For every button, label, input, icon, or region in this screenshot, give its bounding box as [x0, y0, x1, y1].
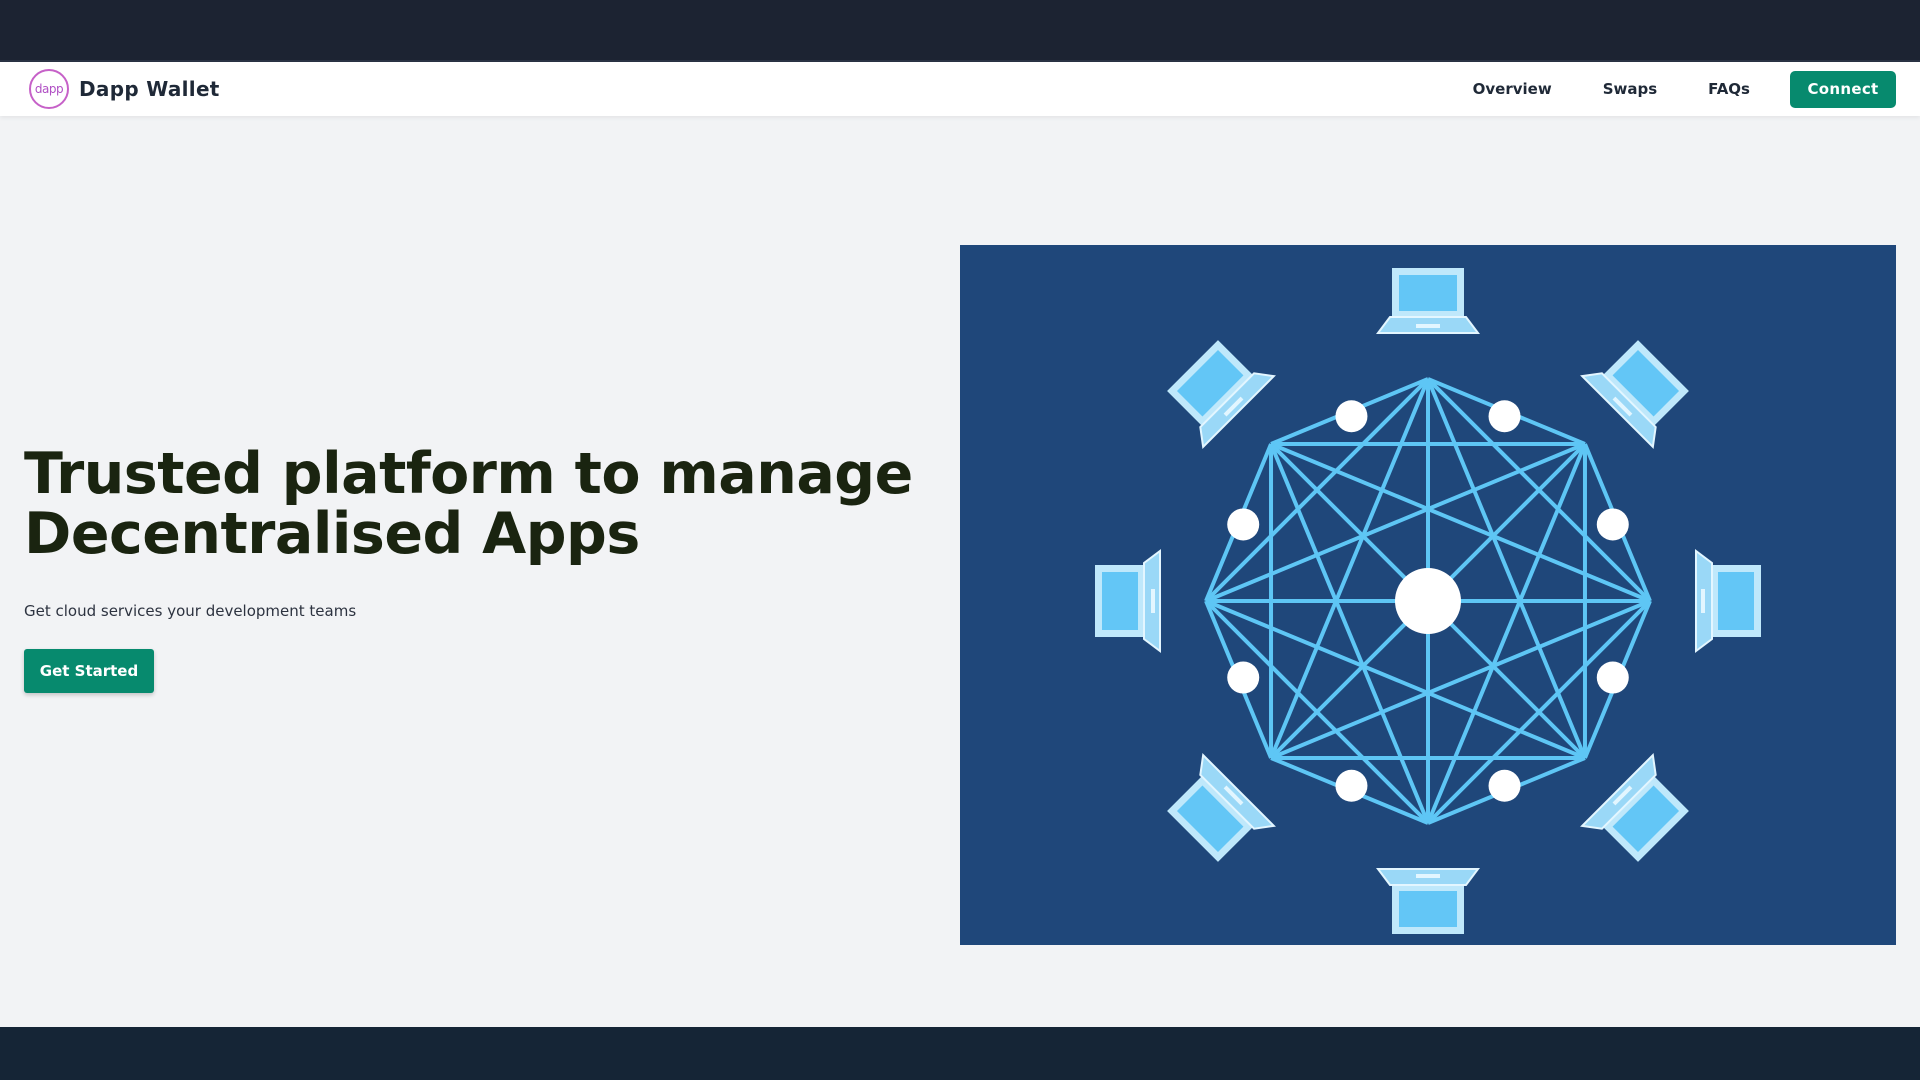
top-bar — [0, 0, 1920, 62]
brand-name: Dapp Wallet — [79, 77, 220, 101]
nav-link-swaps[interactable]: Swaps — [1603, 80, 1657, 98]
footer-bar — [0, 1027, 1920, 1080]
network-node — [1596, 661, 1629, 694]
laptop-icon — [1695, 549, 1761, 653]
brand[interactable]: dapp Dapp Wallet — [29, 69, 220, 109]
hero-title: Trusted platform to manage Decentralised… — [24, 444, 913, 564]
brand-logo-text: dapp — [34, 82, 64, 96]
laptop-icon — [1580, 340, 1689, 449]
laptop-icon — [1580, 753, 1689, 862]
laptop-icon — [1376, 268, 1480, 334]
hero-title-line-2: Decentralised Apps — [24, 501, 640, 567]
network-node — [1335, 400, 1368, 433]
network-node — [1596, 508, 1629, 541]
hero-subtitle: Get cloud services your development team… — [24, 602, 357, 620]
network-node — [1227, 661, 1260, 694]
nav-links: Overview Swaps FAQs Connect — [1473, 70, 1896, 108]
brand-logo-icon: dapp — [29, 69, 69, 109]
get-started-button[interactable]: Get Started — [24, 649, 154, 693]
nav-link-overview[interactable]: Overview — [1473, 80, 1552, 98]
laptop-icon — [1167, 753, 1276, 862]
network-node — [1488, 769, 1521, 802]
connect-button[interactable]: Connect — [1790, 70, 1896, 108]
laptop-icon — [1376, 868, 1480, 934]
network-node — [1335, 769, 1368, 802]
network-node — [1488, 400, 1521, 433]
hero-title-line-1: Trusted platform to manage — [24, 441, 913, 507]
navbar: dapp Dapp Wallet Overview Swaps FAQs Con… — [0, 62, 1920, 116]
network-hub-node — [1395, 568, 1461, 634]
laptop-icon — [1095, 549, 1161, 653]
nav-link-faqs[interactable]: FAQs — [1708, 80, 1750, 98]
network-node — [1227, 508, 1260, 541]
hero-illustration — [960, 245, 1896, 945]
laptop-icon — [1167, 340, 1276, 449]
network-illustration — [1095, 268, 1761, 934]
